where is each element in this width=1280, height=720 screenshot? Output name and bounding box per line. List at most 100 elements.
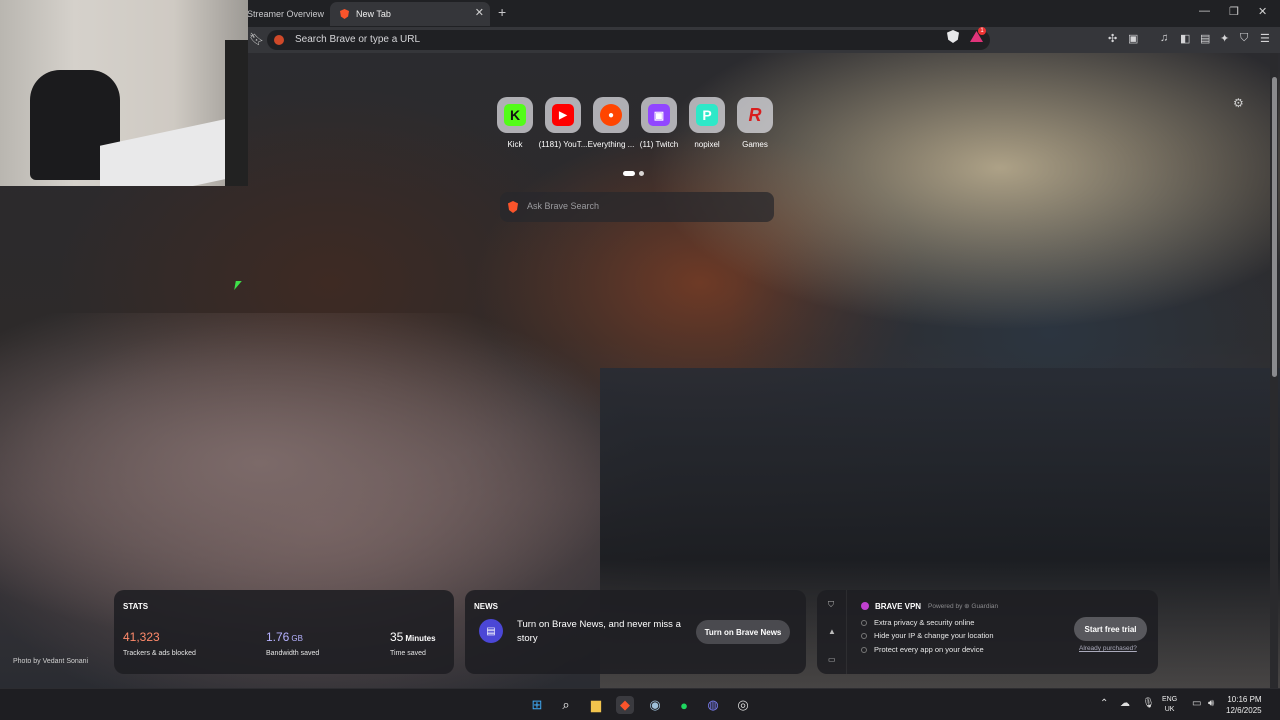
top-site-kick[interactable]: K Kick [490,97,540,149]
check-icon [861,633,867,640]
webcam-monitor [225,40,248,186]
stat-trackers: 41,323 Trackers & ads blocked [123,628,196,657]
widget-rail: ⛉ ▲ ▭ [817,590,847,674]
address-bar-placeholder: Search Brave or type a URL [295,34,421,45]
discord-icon[interactable]: ◍ [704,696,722,714]
top-site-label: (1181) YouT... [538,140,588,149]
top-sites-pager [623,163,648,181]
bandwidth-desc: Bandwidth saved [266,650,320,657]
photo-credit[interactable]: Photo by Vedant Sonani [13,658,88,665]
spotify-icon[interactable]: ● [675,696,693,714]
vpn-feature: Hide your IP & change your location [861,631,994,640]
search-icon[interactable]: ⌕ [557,696,575,714]
trackers-value: 41,323 [123,630,160,644]
top-site-label: Everything ... [587,140,635,149]
menu-icon[interactable]: ☰ [1260,32,1270,45]
top-site-label: (11) Twitch [639,140,679,149]
turn-on-news-button[interactable]: Turn on Brave News [696,620,790,644]
top-site-tile: ▶ [545,97,581,133]
stat-bandwidth: 1.76 GB Bandwidth saved [266,628,319,657]
time-unit: Minutes [405,634,436,643]
start-icon[interactable]: ⊞ [528,696,546,714]
top-site-label: Games [742,140,768,149]
customize-gear-icon[interactable]: ⚙ [1233,96,1244,110]
pager-dot-active[interactable] [623,171,635,176]
trackers-desc: Trackers & ads blocked [123,650,196,657]
maximize-button[interactable]: ❐ [1229,5,1239,18]
scrollbar-thumb[interactable] [1272,77,1277,377]
already-purchased-link[interactable]: Already purchased? [1079,645,1137,652]
top-site-youtube[interactable]: ▶ (1181) YouT... [538,97,588,149]
volume-icon[interactable]: 🔊︎ [1208,698,1214,709]
new-tab-button[interactable]: + [498,4,506,20]
check-icon [861,620,867,627]
pager-dot[interactable] [639,171,644,176]
top-site-tile: K [497,97,533,133]
microphone-icon[interactable]: 🎙︎ [1142,698,1155,709]
stat-time: 35 Minutes Time saved [390,628,436,657]
tab-label: New Tab [356,9,391,19]
vpn-logo-icon [861,602,869,610]
top-site-games[interactable]: R Games [730,97,780,149]
bandwidth-value: 1.76 [266,630,290,644]
webcam-overlay [0,0,248,186]
file-explorer-icon[interactable]: ▆ [587,696,605,714]
clock-time: 10:16 PM [1227,695,1262,704]
clock-date: 12/6/2025 [1226,706,1262,715]
steam-icon[interactable]: ◉ [646,696,664,714]
talk-rail-icon[interactable]: ▭ [828,655,836,664]
rewards-badge: 1 [978,27,986,35]
news-icon: ▤ [479,619,503,643]
minimize-button[interactable]: — [1199,5,1210,17]
top-site-nopixel[interactable]: P nopixel [682,97,732,149]
reddit-icon: ● [600,104,622,126]
sidebar-icon[interactable]: ◧ [1180,32,1190,45]
wallet-icon[interactable]: ▤ [1200,32,1210,45]
language-indicator[interactable]: ENG UK [1162,695,1177,715]
stats-title: STATS [123,602,149,611]
bookmark-icon[interactable]: 🔖︎ [249,32,264,46]
tab-new-tab[interactable]: New Tab ✕ [330,2,490,26]
vpn-feature: Extra privacy & security online [861,618,974,627]
media-controls-icon[interactable]: ♫ [1160,32,1168,44]
brave-search-box[interactable]: Ask Brave Search [500,192,774,222]
vpn-feature: Protect every app on your device [861,645,984,654]
leo-ai-icon[interactable]: ✦ [1220,32,1229,45]
onedrive-icon[interactable]: ☁ [1120,698,1130,709]
nopixel-icon: P [696,104,718,126]
extensions-icon[interactable]: ✣ [1108,32,1117,45]
check-icon [861,647,867,654]
vpn-feature-text: Hide your IP & change your location [874,631,994,640]
top-site-tile: ● [593,97,629,133]
tab-search-icon[interactable]: ▣ [1128,32,1138,45]
clock[interactable]: 10:16 PM 12/6/2025 [1226,694,1262,716]
bandwidth-unit: GB [291,634,303,643]
address-bar[interactable]: Search Brave or type a URL [267,30,990,50]
top-site-reddit[interactable]: ● Everything ... [586,97,636,149]
search-input-placeholder: Ask Brave Search [527,201,600,211]
start-free-trial-button[interactable]: Start free trial [1074,617,1147,641]
language-code: ENG [1162,696,1178,703]
top-site-tile: R [737,97,773,133]
network-icon[interactable]: ▭ [1192,698,1201,709]
top-site-twitch[interactable]: ▣ (11) Twitch [634,97,684,149]
top-site-label: nopixel [694,140,720,149]
vpn-rail-icon[interactable]: ⛉ [828,600,834,610]
obs-icon[interactable]: ◎ [734,696,752,714]
tab-label: Streamer Overview & [247,9,326,19]
news-title: NEWS [474,602,498,611]
keyboard-region: UK [1164,706,1175,713]
vpn-feature-text: Extra privacy & security online [874,618,975,627]
vpn-shield-icon[interactable]: ⛉ [1240,32,1248,45]
close-tab-icon[interactable]: ✕ [475,6,484,19]
tab-streamer-overview[interactable]: Streamer Overview & [244,2,326,26]
vpn-widget: ⛉ ▲ ▭ BRAVE VPN Powered by ⊕ Guardian Ex… [817,590,1158,674]
search-engine-icon [274,35,284,45]
close-window-button[interactable]: ✕ [1258,5,1267,18]
chevron-up-icon[interactable]: ⌃ [1100,698,1108,709]
top-site-label: Kick [507,140,523,149]
rewards-rail-icon[interactable]: ▲ [828,627,836,636]
brave-icon[interactable]: ◆ [616,696,634,714]
games-icon: R [748,104,762,125]
top-site-tile: P [689,97,725,133]
